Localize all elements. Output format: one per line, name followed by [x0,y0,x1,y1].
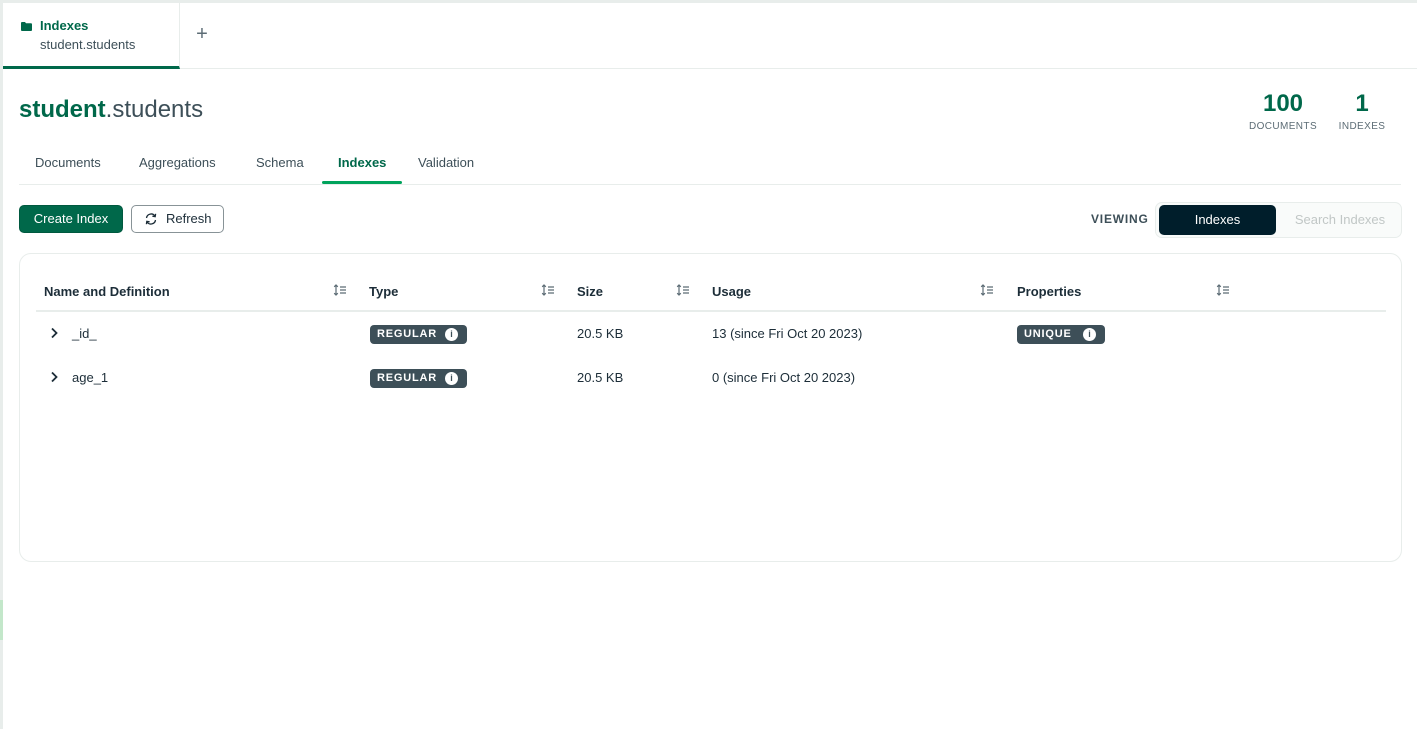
index-name: _id_ [72,326,97,341]
new-tab-button[interactable]: + [191,23,213,45]
active-tab-indicator [322,181,402,184]
view-segmented-control: Indexes Search Indexes [1155,202,1402,238]
workspace-tab-title: Indexes [40,18,89,33]
left-edge-accent [0,600,3,640]
tab-documents[interactable]: Documents [35,155,101,170]
sort-icon[interactable] [1216,283,1230,297]
type-badge: REGULAR i [370,369,467,388]
create-index-button[interactable]: Create Index [19,205,123,233]
property-badge-label: UNIQUE [1024,328,1072,340]
refresh-button[interactable]: Refresh [131,205,224,233]
info-icon[interactable]: i [1083,328,1096,341]
database-name: student [19,96,106,123]
indexes-label: INDEXES [1338,121,1386,132]
property-badge: UNIQUE i [1017,325,1105,344]
info-icon[interactable]: i [445,372,458,385]
column-header-properties[interactable]: Properties [1017,284,1081,299]
sort-icon[interactable] [333,283,347,297]
collection-name: .students [105,96,204,123]
indexes-table: Name and Definition Type Size Usage Prop… [19,253,1402,562]
type-badge-label: REGULAR [377,372,437,384]
viewing-label: VIEWING [1091,212,1149,226]
index-size: 20.5 KB [577,326,624,341]
info-icon[interactable]: i [445,328,458,341]
column-header-type[interactable]: Type [369,284,398,299]
sort-icon[interactable] [676,283,690,297]
view-option-search-indexes: Search Indexes [1294,212,1386,227]
indexes-count: 1 [1355,90,1369,117]
collection-namespace-title: student.students [19,96,203,124]
collection-subtabs: Documents Aggregations Schema Indexes Va… [19,148,1401,185]
tab-validation[interactable]: Validation [418,155,474,170]
workspace-tab-bar: Indexes student.students + [3,0,1417,69]
chevron-right-icon[interactable] [48,371,60,383]
column-header-usage[interactable]: Usage [712,284,751,299]
header-divider [36,310,1386,312]
index-name: age_1 [72,370,109,385]
documents-label: DOCUMENTS [1248,121,1318,132]
refresh-icon [145,213,157,225]
folder-icon [21,22,32,31]
column-header-size[interactable]: Size [577,284,603,299]
tab-schema[interactable]: Schema [256,155,304,170]
index-size: 20.5 KB [577,370,624,385]
type-badge-label: REGULAR [377,328,437,340]
type-badge: REGULAR i [370,325,467,344]
index-usage: 0 (since Fri Oct 20 2023) [712,370,856,385]
workspace-tab-subtitle: student.students [40,37,136,52]
index-usage: 13 (since Fri Oct 20 2023) [712,326,863,341]
sort-icon[interactable] [541,283,555,297]
column-header-name[interactable]: Name and Definition [44,284,170,299]
documents-stat: 100 DOCUMENTS [1244,90,1322,132]
workspace-tab-indexes[interactable]: Indexes student.students [3,3,180,69]
documents-count: 100 [1262,90,1304,117]
chevron-right-icon[interactable] [48,327,60,339]
refresh-label: Refresh [166,211,212,226]
indexes-stat: 1 INDEXES [1334,90,1390,132]
tab-aggregations[interactable]: Aggregations [139,155,216,170]
view-option-indexes[interactable]: Indexes [1159,205,1276,235]
tab-indexes[interactable]: Indexes [338,155,386,170]
sort-icon[interactable] [980,283,994,297]
